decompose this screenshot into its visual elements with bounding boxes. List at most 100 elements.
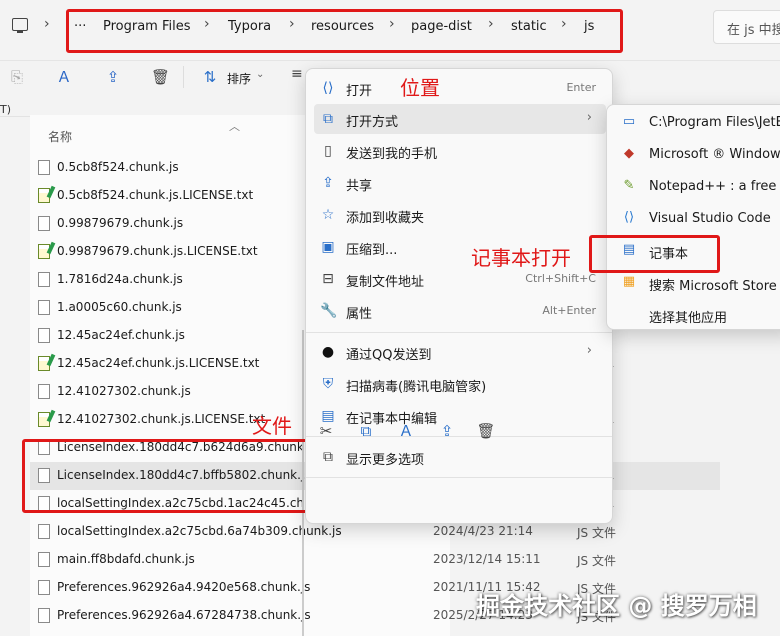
annotation-location: 位置 <box>400 76 440 100</box>
menu-item-shortcut: Alt+Enter <box>542 304 596 317</box>
open-with-icon: ⧉ <box>323 111 333 127</box>
menu-item-share[interactable]: ⇪ 共享 <box>314 168 606 198</box>
submenu-item-label: 搜索 Microsoft Store <box>649 279 777 294</box>
menu-item-open-with[interactable]: ⧉ 打开方式 › <box>314 104 606 134</box>
submenu-item-label: C:\Program Files\JetB <box>649 115 780 130</box>
file-name: 12.45ac24ef.chunk.js <box>57 328 185 342</box>
star-icon: ☆ <box>321 207 335 223</box>
js-file-icon <box>38 328 50 343</box>
menu-item-label: 通过QQ发送到 <box>346 348 432 363</box>
store-icon: ▦ <box>622 274 636 289</box>
notepadpp-icon: ✎ <box>623 178 635 193</box>
share-icon[interactable]: ⇪ <box>437 421 457 441</box>
menu-item-label: 压缩到... <box>346 243 398 258</box>
js-file-icon <box>38 272 50 287</box>
menu-item-label: 扫描病毒(腾讯电脑管家) <box>346 380 487 395</box>
file-type: JS 文件 <box>577 526 616 540</box>
app-window-icon: ▭ <box>622 114 636 129</box>
sort-button-label[interactable]: 排序 <box>227 70 251 87</box>
menu-item-send-to-phone[interactable]: ▯ 发送到我的手机 <box>314 136 606 166</box>
notepad-highlight-box <box>589 235 720 273</box>
copy-icon[interactable]: ⧉ <box>356 421 376 441</box>
computer-icon[interactable] <box>12 18 28 33</box>
submenu-item-label: Notepad++ : a free ( <box>649 179 780 194</box>
sort-chevron-up-icon[interactable]: ︿ <box>229 118 240 134</box>
delete-icon[interactable]: 🗑 <box>151 68 170 86</box>
annotation-notepad-open: 记事本打开 <box>471 246 571 270</box>
menu-item-label: 属性 <box>346 307 373 322</box>
chevron-down-icon[interactable]: ⌄ <box>256 69 264 80</box>
menu-divider <box>306 436 612 437</box>
column-header-name[interactable]: 名称 <box>48 128 72 145</box>
file-date: 2023/12/14 15:11 <box>433 552 541 566</box>
cut-icon[interactable]: ✂ <box>316 421 336 441</box>
js-file-icon <box>38 384 50 399</box>
paste-icon[interactable]: ⎘ <box>8 68 26 86</box>
menu-divider <box>306 477 612 478</box>
menu-item-properties[interactable]: 🔧 属性 Alt+Enter <box>314 296 606 326</box>
menu-divider <box>306 332 612 333</box>
file-highlight-box <box>22 439 319 513</box>
submenu-item-choose-app[interactable]: 选择其他应用 <box>613 299 780 329</box>
submenu-item-label: Visual Studio Code <box>649 211 771 226</box>
js-file-icon <box>38 608 50 623</box>
menu-item-label: 添加到收藏夹 <box>346 211 425 226</box>
file-name: Preferences.962926a4.9420e568.chunk.js <box>57 580 311 594</box>
truncated-column-label: T) <box>0 103 12 116</box>
chevron-right-icon: › <box>586 110 592 125</box>
txt-file-icon <box>38 412 50 427</box>
delete-icon[interactable]: 🗑 <box>476 421 496 441</box>
file-name: 12.41027302.chunk.js.LICENSE.txt <box>57 412 266 426</box>
menu-item-label: 打开方式 <box>346 115 399 130</box>
submenu-item-windows-media[interactable]: ◆ Microsoft ® Windows <box>613 139 780 169</box>
rename-icon[interactable]: Ａ <box>396 421 416 441</box>
submenu-item-label: 选择其他应用 <box>649 311 728 326</box>
view-icon[interactable]: ≡ <box>291 66 303 82</box>
menu-item-label: 发送到我的手机 <box>346 147 438 162</box>
chevron-right-icon[interactable]: › <box>44 16 50 32</box>
txt-file-icon <box>38 188 50 203</box>
txt-file-icon <box>38 244 50 259</box>
share-icon[interactable]: ⇪ <box>104 68 122 86</box>
media-icon: ◆ <box>624 146 634 161</box>
file-name: 1.a0005c60.chunk.js <box>57 300 182 314</box>
js-file-icon <box>38 216 50 231</box>
rename-icon[interactable]: Ａ <box>55 68 73 86</box>
address-highlight-box <box>66 9 623 53</box>
menu-item-label: 显示更多选项 <box>346 453 425 468</box>
toolbar-separator <box>183 66 184 88</box>
file-name: 12.41027302.chunk.js <box>57 384 191 398</box>
more-options-icon: ⧉ <box>323 449 333 465</box>
menu-item-label: 打开 <box>346 84 373 99</box>
vscode-icon: ⟨⟩ <box>623 210 635 225</box>
toolbar-divider <box>0 60 780 61</box>
chevron-right-icon: › <box>586 343 592 358</box>
wrench-icon: 🔧 <box>320 303 338 319</box>
menu-item-virus-scan[interactable]: ⛨ 扫描病毒(腾讯电脑管家) <box>314 369 606 399</box>
file-name: Preferences.962926a4.67284738.chunk.js <box>57 608 311 622</box>
search-input[interactable]: 在 js 中搜 <box>713 10 780 44</box>
js-file-icon <box>38 552 50 567</box>
menu-item-qq-send[interactable]: ● 通过QQ发送到 › <box>314 337 606 367</box>
js-file-icon <box>38 580 50 595</box>
submenu-item-vscode[interactable]: ⟨⟩ Visual Studio Code <box>613 203 780 233</box>
file-date: 2024/4/23 21:14 <box>433 524 533 538</box>
menu-item-add-favorites[interactable]: ☆ 添加到收藏夹 <box>314 200 606 230</box>
qq-icon: ● <box>321 344 335 360</box>
annotation-file: 文件 <box>252 414 292 438</box>
menu-item-shortcut: Ctrl+Shift+C <box>525 272 596 285</box>
file-name: 0.99879679.chunk.js <box>57 216 184 230</box>
submenu-item-jetbrains[interactable]: ▭ C:\Program Files\JetB <box>613 107 780 137</box>
menu-item-open[interactable]: ⟨⟩ 打开 Enter <box>314 73 606 103</box>
menu-item-more-options[interactable]: ⧉ 显示更多选项 <box>314 442 606 472</box>
js-file-icon <box>38 524 50 539</box>
menu-item-label: 共享 <box>346 179 373 194</box>
file-row[interactable]: main.ff8bdafd.chunk.js 2023/12/14 15:11 JS… <box>30 546 720 574</box>
submenu-item-notepadpp[interactable]: ✎ Notepad++ : a free ( <box>613 171 780 201</box>
file-name: 0.5cb8f524.chunk.js <box>57 160 179 174</box>
sort-icon[interactable]: ⇅ <box>201 68 219 86</box>
txt-file-icon <box>38 356 50 371</box>
vscode-icon: ⟨⟩ <box>322 80 334 96</box>
open-with-submenu: ▭ C:\Program Files\JetB ◆ Microsoft ® Wind… <box>606 104 780 330</box>
submenu-item-label: Microsoft ® Windows <box>649 147 780 162</box>
